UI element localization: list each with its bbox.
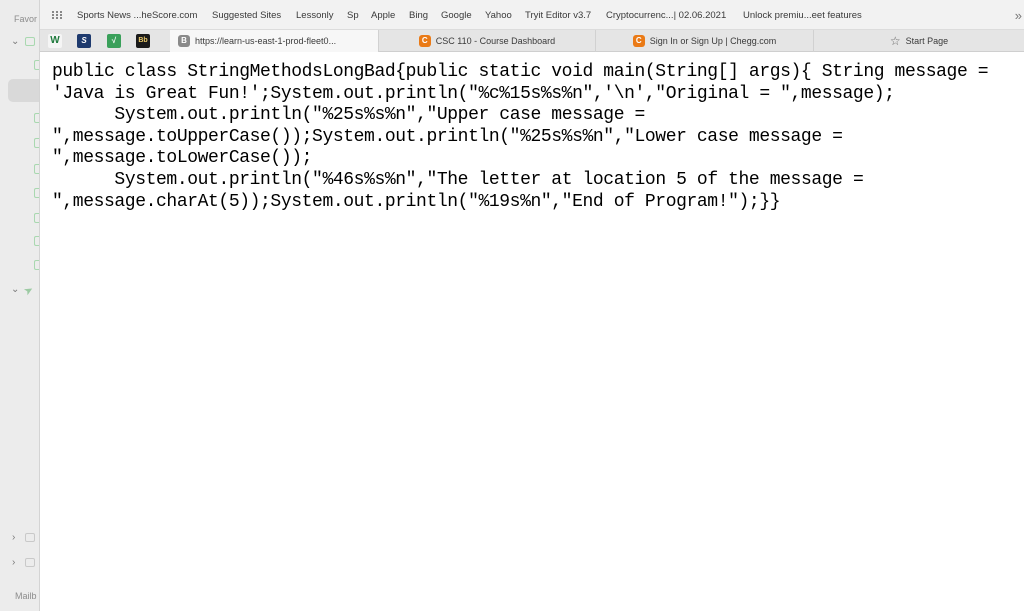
code-text[interactable]: public class StringMethodsLongBad{public… xyxy=(52,62,1012,213)
tab-csc110-dashboard[interactable]: C CSC 110 - Course Dashboard xyxy=(379,30,596,52)
tab-title: Sign In or Sign Up | Chegg.com xyxy=(649,36,777,46)
selected-mailbox[interactable] xyxy=(8,79,39,102)
document-area[interactable]: public class StringMethodsLongBad{public… xyxy=(40,52,1024,611)
favorite-link[interactable]: Sports News ...heScore.com xyxy=(77,10,197,21)
tab-favicon: C xyxy=(418,35,431,47)
star-icon: ☆ xyxy=(889,34,901,48)
favorite-link[interactable]: Cryptocurrenc...| 02.06.2021 xyxy=(606,10,726,21)
favorite-link[interactable]: Sp xyxy=(347,10,359,21)
expand-chevron-icon[interactable]: › xyxy=(12,557,15,568)
tab-favicon: B xyxy=(178,35,190,47)
tab-start-page[interactable]: ☆ Start Page xyxy=(814,30,1024,52)
favorite-link[interactable]: Google xyxy=(441,10,472,21)
expand-chevron-icon[interactable]: › xyxy=(12,532,15,543)
tab-chegg[interactable]: C Sign In or Sign Up | Chegg.com xyxy=(596,30,814,52)
favorite-link[interactable]: Lessonly xyxy=(296,10,334,21)
favorite-link[interactable]: Suggested Sites xyxy=(212,10,281,21)
tab-title: CSC 110 - Course Dashboard xyxy=(435,36,556,46)
favorite-link[interactable]: Apple xyxy=(371,10,395,21)
pinned-tab-w[interactable]: W xyxy=(48,34,62,48)
mail-sidebar: Favor ⌄ ⌄ ➤ › › Mailb xyxy=(0,0,40,611)
favorite-link[interactable]: Bing xyxy=(409,10,428,21)
tab-bar: W S √ Bb B https://learn-us-east-1-prod-… xyxy=(40,30,1024,52)
tab-title: https://learn-us-east-1-prod-fleet0... xyxy=(195,36,337,46)
favorites-bar: Sports News ...heScore.com Suggested Sit… xyxy=(40,0,1024,30)
favorite-link[interactable]: Tryit Editor v3.7 xyxy=(525,10,591,21)
tab-favicon: C xyxy=(632,35,645,47)
pinned-tab-bb[interactable]: Bb xyxy=(136,34,150,48)
more-favorites-icon[interactable]: » xyxy=(1015,8,1022,23)
favorite-link[interactable]: Yahoo xyxy=(485,10,512,21)
grid-icon[interactable] xyxy=(52,11,63,19)
favorites-label: Favor xyxy=(14,14,38,24)
pinned-tab-check[interactable]: √ xyxy=(107,34,121,48)
flag-icon[interactable] xyxy=(25,558,35,567)
tab-title: Start Page xyxy=(905,36,949,46)
favorites-chevron-icon[interactable]: ⌄ xyxy=(11,36,19,47)
document-icon[interactable] xyxy=(25,533,35,542)
mailboxes-label: Mailb xyxy=(15,591,37,601)
sent-chevron-icon[interactable]: ⌄ xyxy=(11,284,19,295)
tab-learn[interactable]: B https://learn-us-east-1-prod-fleet0... xyxy=(170,30,379,52)
pinned-tab-s[interactable]: S xyxy=(77,34,91,48)
browser-chrome: Sports News ...heScore.com Suggested Sit… xyxy=(40,0,1024,52)
send-icon[interactable]: ➤ xyxy=(21,283,36,298)
favorite-link[interactable]: Unlock premiu...eet features xyxy=(743,10,862,21)
inbox-icon[interactable] xyxy=(25,37,35,46)
